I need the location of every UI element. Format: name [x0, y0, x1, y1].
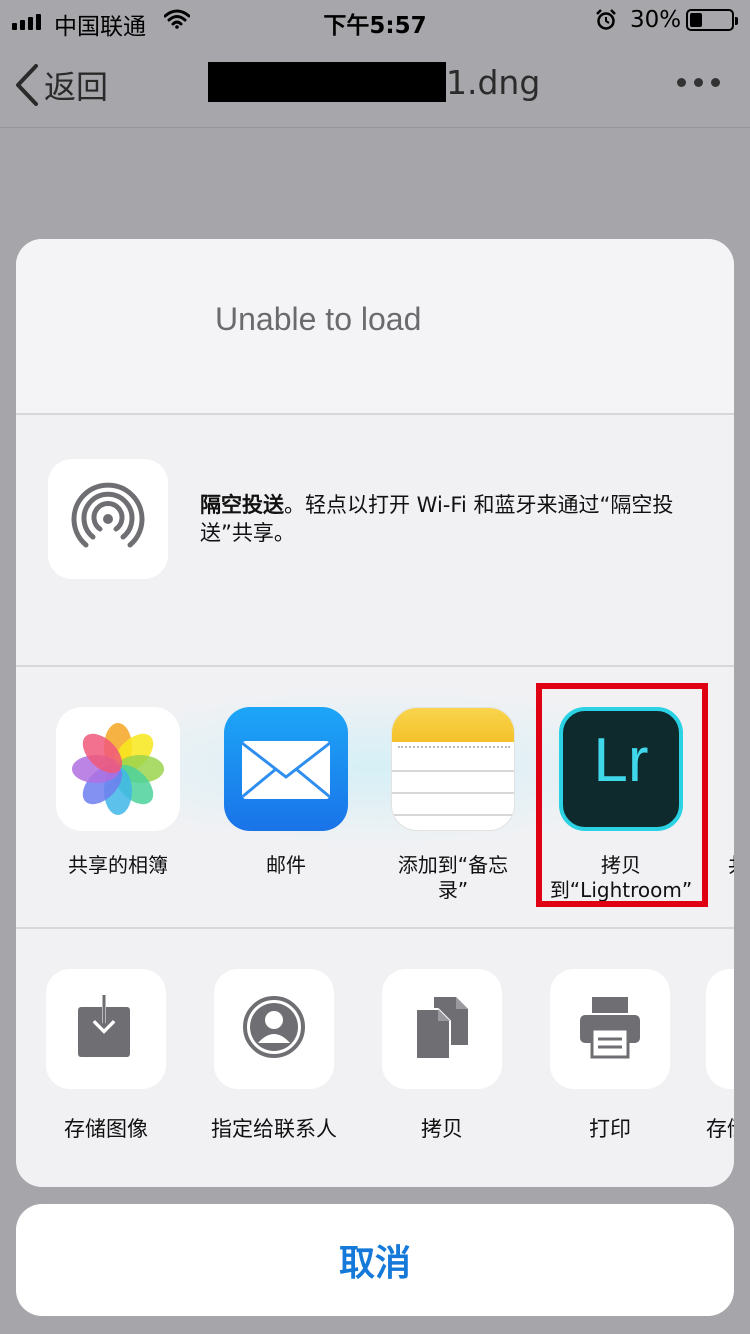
- back-button-label: 返回: [44, 68, 109, 106]
- highlight-box: [536, 683, 708, 907]
- action-tile: [706, 969, 734, 1089]
- battery-percent: 30%: [630, 7, 682, 33]
- more-dot: [677, 78, 686, 87]
- app-label: 共享的相簿: [68, 853, 168, 877]
- action-assign-to-contact[interactable]: 指定给联系人: [194, 969, 354, 1143]
- save-image-icon: [78, 995, 130, 1057]
- action-label: 指定给联系人: [211, 1117, 337, 1141]
- more-dot: [694, 78, 703, 87]
- app-partial[interactable]: 共: [728, 707, 734, 878]
- more-dot: [711, 78, 720, 87]
- action-print[interactable]: 打印: [530, 969, 690, 1143]
- action-tile: [46, 969, 166, 1089]
- more-button[interactable]: [677, 78, 720, 87]
- action-tile: [550, 969, 670, 1089]
- watermark-url: jingyan.baidu.com: [578, 1298, 683, 1313]
- app-label: 共: [728, 853, 734, 878]
- mail-icon: [224, 707, 348, 831]
- action-copy[interactable]: 拷贝: [362, 969, 522, 1143]
- page-title: 1.dng: [208, 60, 540, 104]
- battery-icon: [686, 9, 738, 31]
- back-button[interactable]: 返回: [14, 62, 108, 108]
- watermark: Bai经验 jingyan.baidu.com: [578, 1252, 728, 1318]
- app-label: 邮件: [266, 853, 306, 877]
- action-label: 存储: [706, 1117, 734, 1141]
- airdrop-icon: [71, 482, 145, 548]
- redaction-bar: [208, 62, 446, 102]
- watermark-logo: Bai经验: [578, 1261, 685, 1294]
- app-label-line: 录”: [437, 878, 469, 902]
- apps-row: 共享的相簿 邮件 添加到“备忘 录” Lr 拷贝 到“Lightroom”: [16, 667, 734, 929]
- airdrop-tile[interactable]: [48, 459, 168, 579]
- app-shared-albums[interactable]: 共享的相簿: [43, 707, 193, 878]
- action-save-image[interactable]: 存储图像: [26, 969, 186, 1143]
- share-sheet: Unable to load 隔空投送。轻点以打开 Wi-Fi 和蓝牙来通过“隔…: [16, 239, 734, 1187]
- airdrop-title: 隔空投送: [200, 493, 284, 517]
- app-mail[interactable]: 邮件: [211, 707, 361, 878]
- airdrop-description: 隔空投送。轻点以打开 Wi-Fi 和蓝牙来通过“隔空投送”共享。: [200, 491, 710, 547]
- actions-row: 存储图像 指定给联系人 拷贝 打印 存: [16, 929, 734, 1187]
- notes-icon: [391, 707, 515, 831]
- airdrop-row[interactable]: 隔空投送。轻点以打开 Wi-Fi 和蓝牙来通过“隔空投送”共享。: [16, 415, 734, 667]
- share-sheet-header: Unable to load: [16, 239, 734, 415]
- action-label: 拷贝: [421, 1117, 463, 1141]
- file-name: 1.dng: [446, 62, 541, 102]
- cancel-button-label: 取消: [338, 1243, 411, 1284]
- app-label: 添加到“备忘 录”: [378, 853, 528, 903]
- action-label: 打印: [589, 1117, 631, 1141]
- chevron-left-icon: [16, 64, 38, 106]
- photos-icon: [56, 707, 180, 831]
- status-bar: 中国联通 下午5:57 30%: [0, 0, 750, 40]
- app-label-line: 添加到“备忘: [397, 853, 509, 877]
- copy-icon: [415, 997, 468, 1060]
- share-sheet-title: Unable to load: [215, 301, 422, 337]
- action-tile: [214, 969, 334, 1089]
- contact-icon: [243, 996, 305, 1058]
- action-partial[interactable]: 存储: [706, 969, 734, 1143]
- app-notes[interactable]: 添加到“备忘 录”: [378, 707, 528, 903]
- nav-bar: 返回 1.dng: [0, 40, 750, 128]
- alarm-icon: [595, 9, 617, 37]
- action-tile: [382, 969, 502, 1089]
- print-icon: [580, 997, 640, 1059]
- action-label: 存储图像: [64, 1117, 148, 1141]
